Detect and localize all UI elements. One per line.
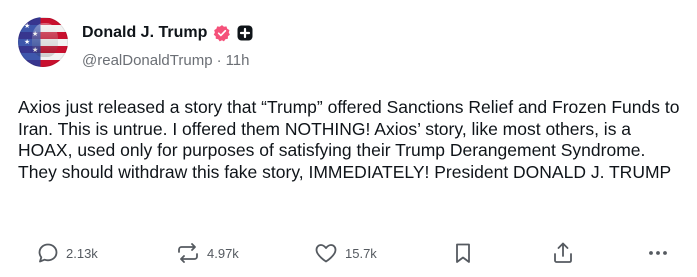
reply-icon (38, 243, 58, 263)
plus-badge-icon (237, 25, 253, 41)
author-display-name[interactable]: Donald J. Trump (82, 24, 207, 42)
avatar[interactable]: ★ ★ ★ ★ (18, 17, 68, 67)
bookmark-button[interactable] (452, 238, 474, 268)
star-icon: ★ (24, 23, 31, 30)
like-button[interactable]: 15.7k (313, 238, 377, 268)
author-handle-row: @realDonaldTrump · 11h (82, 52, 249, 69)
share-icon (554, 242, 572, 263)
share-button[interactable] (551, 238, 575, 268)
repost-count: 4.97k (207, 245, 239, 261)
post-card: ★ ★ ★ ★ Donald J. Trump @realDonaldTrump… (0, 0, 697, 277)
star-icon: ★ (24, 39, 31, 46)
more-options-button[interactable] (646, 238, 670, 268)
action-bar: 2.13k 4.97k 15.7k (0, 238, 697, 268)
like-icon (315, 244, 337, 263)
repost-icon (178, 243, 198, 263)
reply-button[interactable]: 2.13k (36, 238, 98, 268)
author-handle[interactable]: @realDonaldTrump (82, 52, 213, 69)
reply-count: 2.13k (66, 245, 98, 261)
post-timestamp[interactable]: 11h (226, 52, 250, 69)
post-body-text: Axios just released a story that “Trump”… (18, 97, 680, 182)
avatar-face (32, 23, 58, 57)
separator: · (216, 52, 222, 69)
verified-badge-icon (214, 25, 231, 42)
author-name-row: Donald J. Trump (82, 22, 253, 44)
more-icon (649, 251, 667, 255)
bookmark-icon (456, 243, 470, 263)
repost-button[interactable]: 4.97k (175, 238, 239, 268)
like-count: 15.7k (345, 245, 377, 261)
